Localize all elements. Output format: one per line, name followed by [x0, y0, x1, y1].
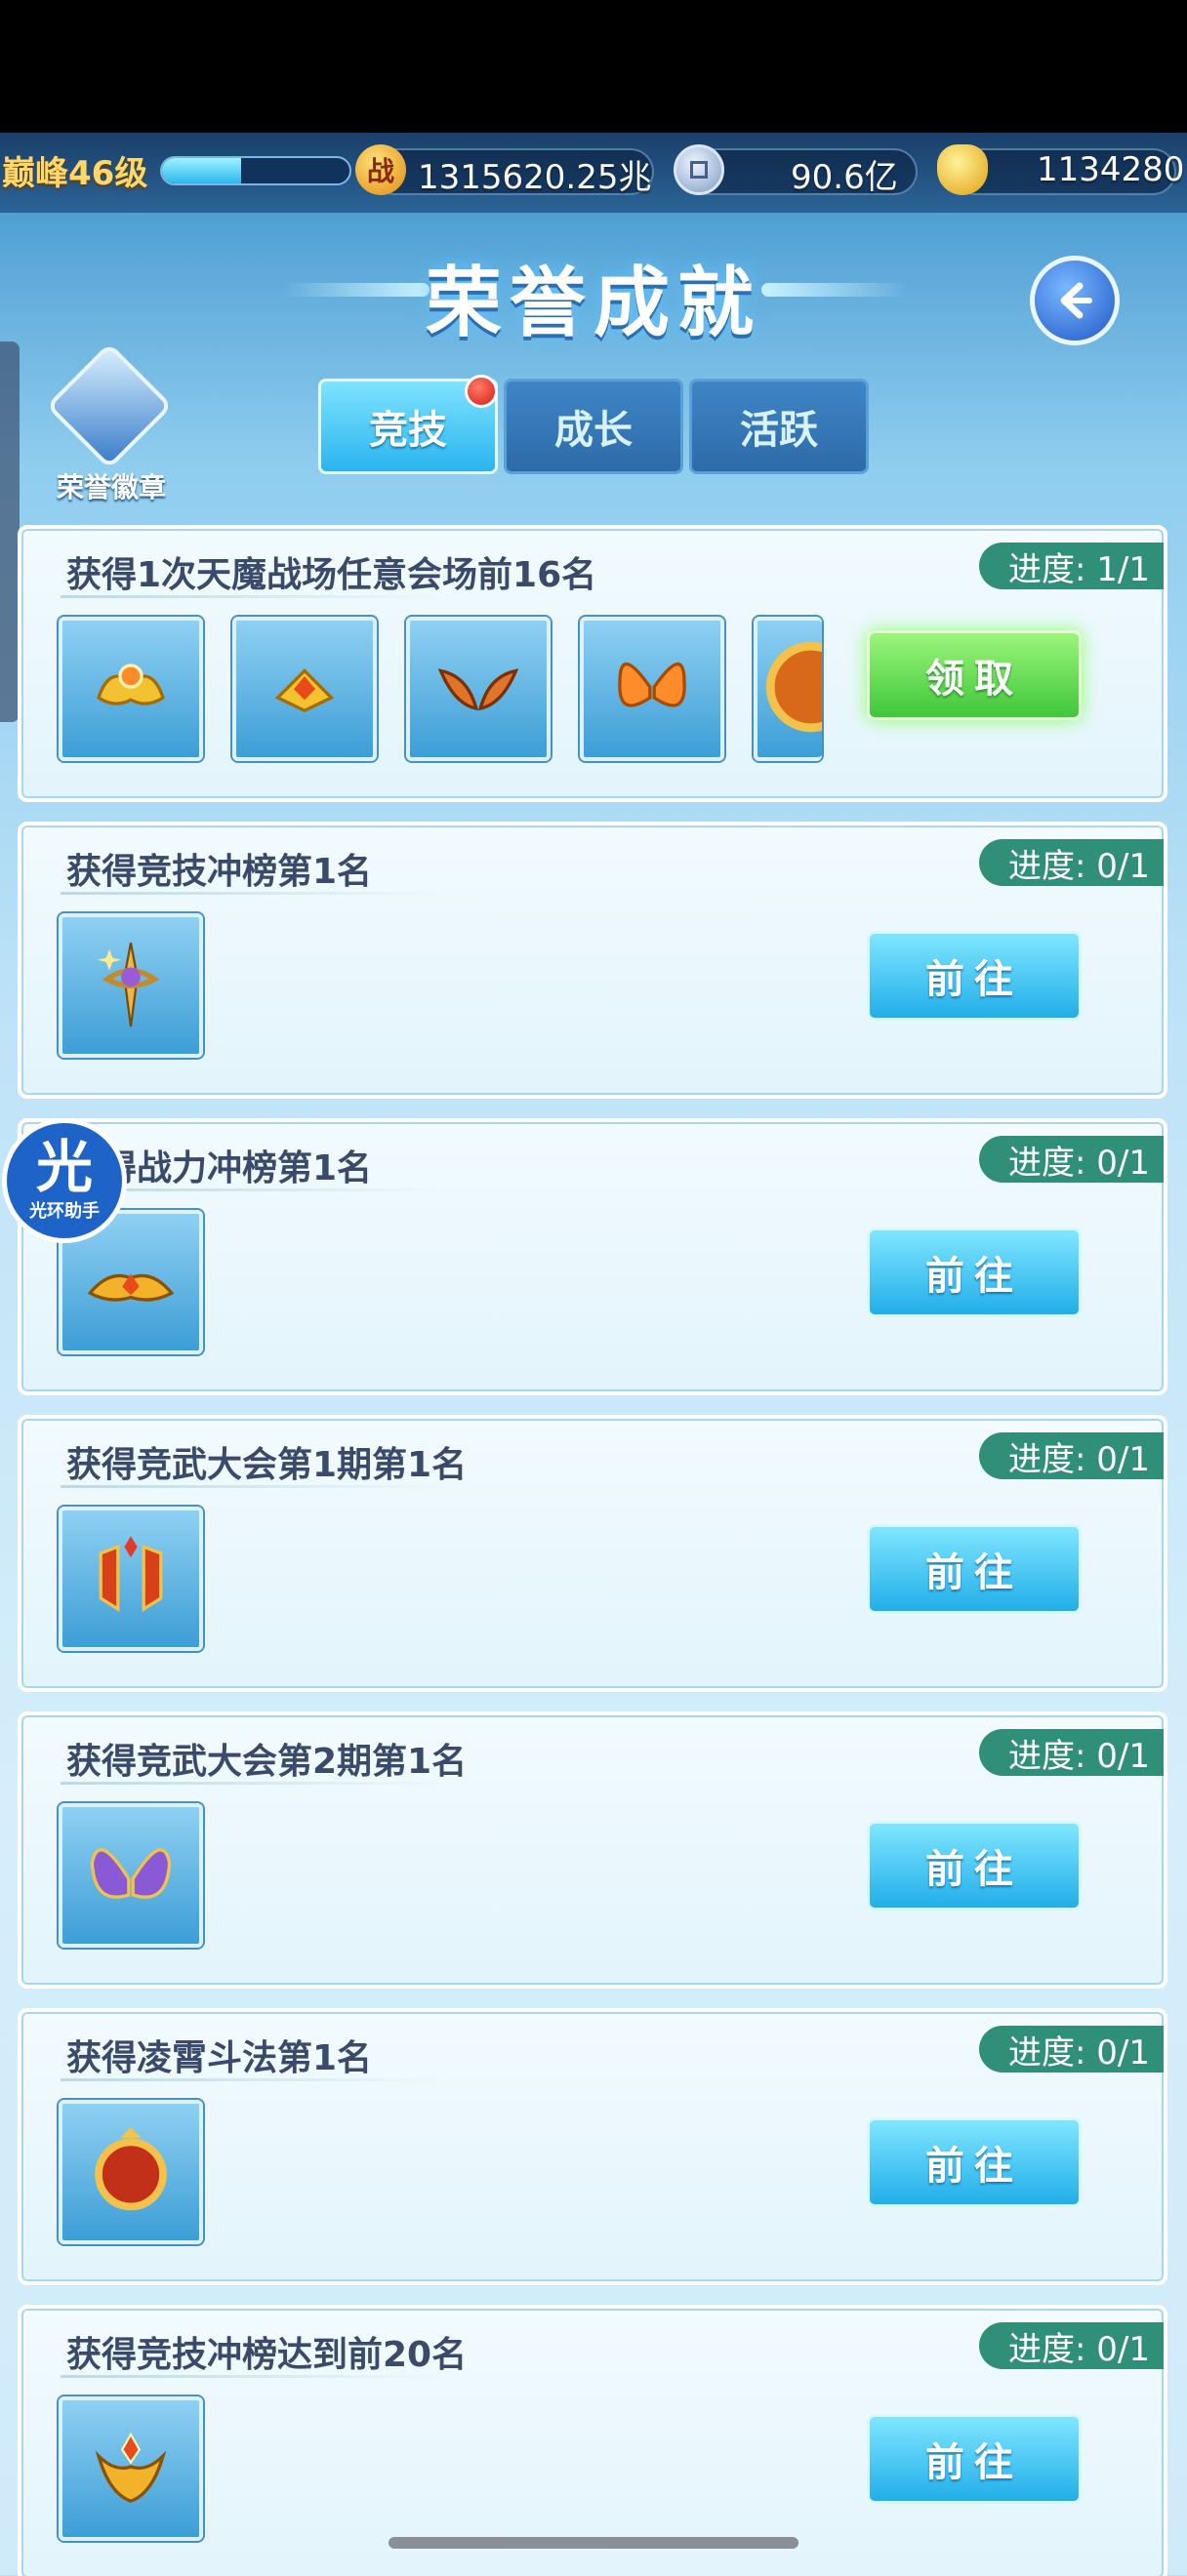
reward-item[interactable]	[59, 2100, 203, 2244]
reward-item[interactable]	[59, 1507, 203, 1651]
tab-active[interactable]: 活跃	[689, 379, 869, 474]
gold-value: 1134280	[1037, 150, 1185, 189]
progress-tag: 进度: 1/1	[979, 543, 1164, 589]
honor-badge-icon	[45, 342, 174, 470]
title-underline	[61, 892, 451, 895]
battle-power-value: 1315620.25兆	[418, 158, 652, 197]
progress-tag: 进度: 0/1	[979, 2322, 1164, 2369]
progress-tag: 进度: 0/1	[979, 839, 1164, 886]
progress-tag: 进度: 0/1	[979, 2026, 1164, 2073]
halo-helper-button[interactable]: 光 光环助手	[2, 1118, 127, 1243]
battle-power-icon: 战	[355, 144, 406, 195]
achievement-card: 获得竞技冲榜第1名 进度: 0/1 前往	[18, 822, 1167, 1099]
page-title: 荣誉成就	[425, 260, 761, 347]
go-button[interactable]: 前往	[867, 1228, 1082, 1317]
red-orb-frame-icon	[77, 2116, 184, 2228]
gold-ingot-icon	[937, 144, 988, 195]
crown-ornament-icon	[77, 633, 184, 745]
reward-item[interactable]	[59, 2396, 203, 2541]
go-button[interactable]: 前往	[867, 1524, 1082, 1614]
round-medal-icon	[757, 633, 822, 745]
achievement-card: 获得战力冲榜第1名 进度: 0/1 前往	[18, 1118, 1167, 1395]
back-arrow-icon	[1060, 282, 1092, 319]
back-button[interactable]	[1030, 256, 1120, 345]
golden-crown-icon	[77, 1227, 184, 1338]
achievement-card: 获得1次天魔战场任意会场前16名 进度: 1/1 领取	[18, 525, 1167, 802]
achievement-card: 获得竞武大会第1期第1名 进度: 0/1 前往	[18, 1415, 1167, 1692]
progress-tag: 进度: 0/1	[979, 1432, 1164, 1479]
red-banner-icon	[77, 1523, 184, 1634]
reward-item[interactable]	[406, 617, 551, 761]
status-bar	[0, 0, 1187, 133]
side-handle[interactable]	[0, 342, 20, 722]
achievement-card: 获得凌霄斗法第1名 进度: 0/1 前往	[18, 2008, 1167, 2285]
tab-growth[interactable]: 成长	[504, 379, 683, 474]
go-button[interactable]: 前往	[867, 2117, 1082, 2207]
honor-badge-label: 荣誉徽章	[56, 471, 166, 503]
reward-item[interactable]	[754, 617, 822, 761]
star-scepter-icon	[77, 930, 184, 1041]
achievement-title: 获得凌霄斗法第1名	[66, 2038, 373, 2078]
home-indicator[interactable]	[389, 2537, 798, 2549]
title-underline	[61, 2078, 451, 2081]
level-label: 巅峰46级	[2, 154, 148, 193]
reward-item[interactable]	[59, 1803, 203, 1948]
go-button[interactable]: 前往	[867, 1821, 1082, 1911]
butterfly-wings-icon	[598, 633, 706, 745]
wing-ornament-icon	[425, 633, 532, 745]
go-button[interactable]: 前往	[867, 2414, 1082, 2504]
reward-item[interactable]	[580, 617, 724, 761]
exp-bar-fill	[162, 158, 241, 183]
purple-wings-icon	[77, 1820, 184, 1931]
achievement-title: 获得竞武大会第1期第1名	[66, 1445, 468, 1485]
reward-item[interactable]	[59, 913, 203, 1058]
gold-helm-crest-icon	[77, 2413, 184, 2524]
progress-tag: 进度: 0/1	[979, 1729, 1164, 1776]
achievement-card: 获得竞武大会第2期第1名 进度: 0/1 前往	[18, 1711, 1167, 1989]
progress-tag: 进度: 0/1	[979, 1136, 1164, 1183]
title-underline	[61, 2375, 451, 2378]
achievement-title: 获得竞技冲榜达到前20名	[66, 2335, 468, 2375]
title-underline	[61, 1782, 451, 1785]
go-button[interactable]: 前往	[867, 931, 1082, 1021]
gem-crest-icon	[251, 633, 358, 745]
reward-item[interactable]	[59, 617, 203, 761]
reward-item[interactable]	[232, 617, 377, 761]
coin-icon	[674, 144, 724, 195]
achievement-card: 获得竞技冲榜达到前20名 进度: 0/1 前往	[18, 2305, 1167, 2576]
notification-dot	[465, 375, 498, 408]
honor-badge-button[interactable]: 荣誉徽章	[43, 342, 180, 507]
helper-label: 光环助手	[29, 1201, 100, 1222]
title-underline	[61, 595, 451, 598]
achievement-title: 获得1次天魔战场任意会场前16名	[66, 555, 597, 595]
exp-bar	[160, 156, 351, 185]
achievement-title: 获得竞武大会第2期第1名	[66, 1742, 468, 1782]
helper-glyph: 光	[35, 1134, 93, 1200]
coin-value: 90.6亿	[791, 158, 898, 197]
claim-button[interactable]: 领取	[867, 630, 1082, 720]
title-underline	[61, 1485, 451, 1488]
achievement-title: 获得竞技冲榜第1名	[66, 852, 373, 892]
